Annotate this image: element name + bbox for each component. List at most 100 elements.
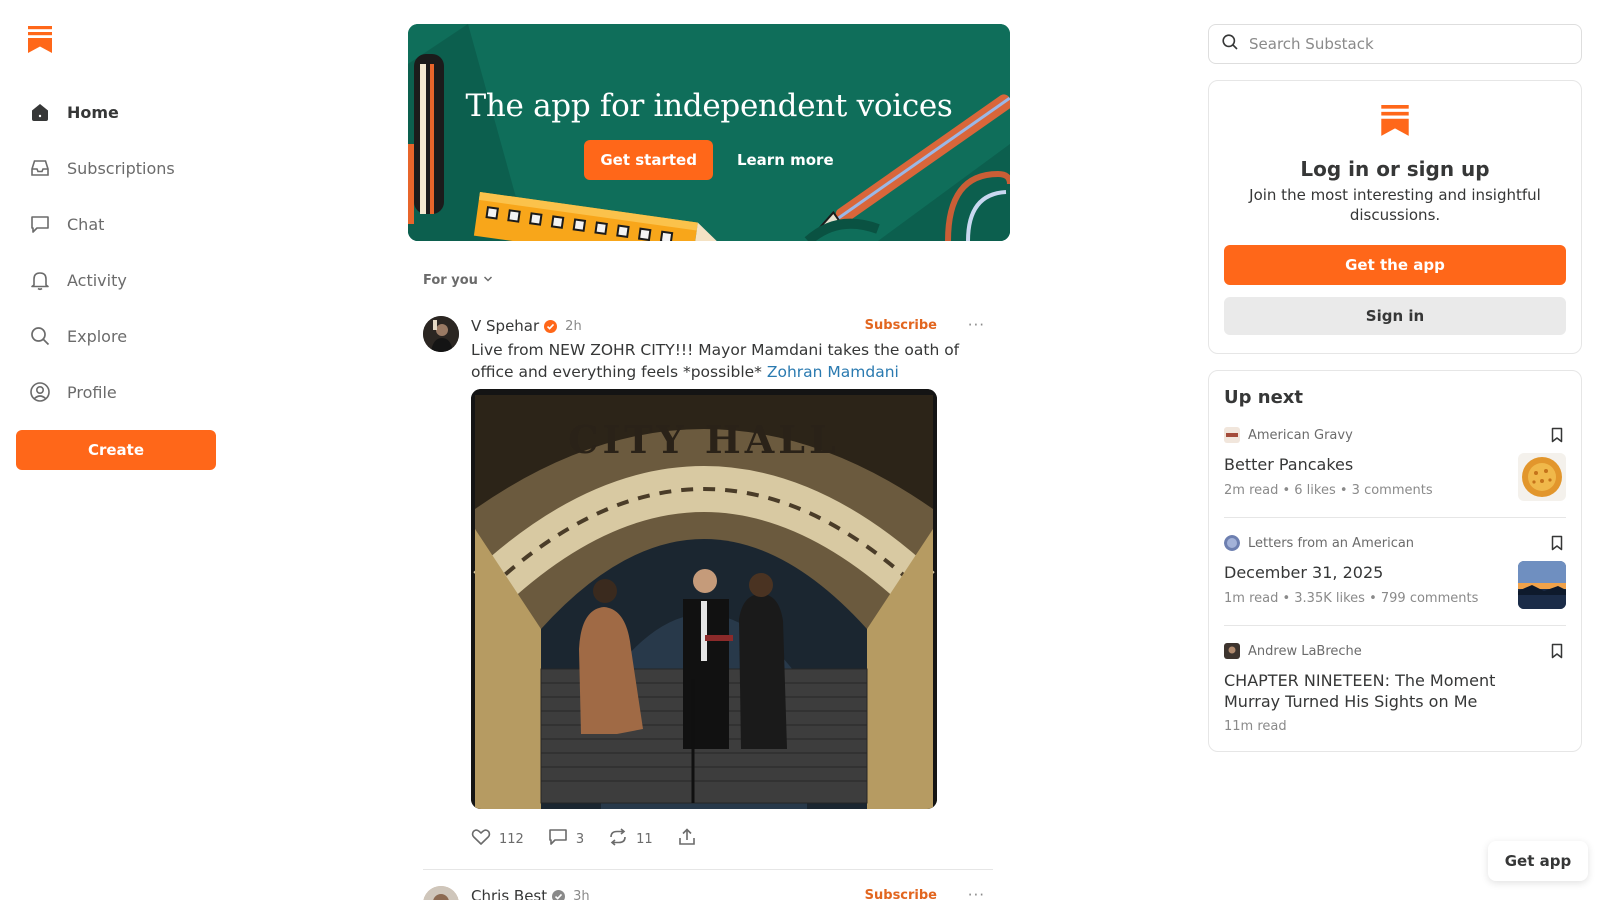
post-text: Live from NEW ZOHR CITY!!! Mayor Mamdani…	[471, 340, 991, 383]
post-author-name[interactable]: Chris Best	[471, 887, 547, 900]
up-next-card: Up next American Gravy Better Pancakes 2…	[1208, 370, 1582, 752]
login-title: Log in or sign up	[1300, 157, 1490, 181]
post-actions: 112 3 11	[471, 828, 697, 850]
login-card: Log in or sign up Join the most interest…	[1208, 80, 1582, 354]
banner-actions: Get started Learn more	[408, 140, 1010, 180]
create-button[interactable]: Create	[16, 430, 216, 470]
restack-count: 11	[636, 831, 653, 847]
publication-icon	[1224, 643, 1240, 659]
banner-illustration	[408, 24, 1010, 241]
more-options-icon[interactable]: ···	[968, 316, 985, 334]
list-item[interactable]: Letters from an American December 31, 20…	[1224, 535, 1566, 615]
chat-bubble-icon	[28, 212, 52, 236]
list-divider	[1224, 517, 1566, 518]
feed-post: V Spehar 2h Subscribe ··· Live from NEW …	[423, 316, 995, 856]
search-input[interactable]	[1249, 35, 1569, 53]
feed-filter-label: For you	[423, 273, 478, 288]
verified-badge-icon	[552, 889, 566, 900]
bookmark-icon[interactable]	[1550, 427, 1564, 447]
post-timestamp: 3h	[573, 888, 590, 900]
nav-item-profile[interactable]: Profile	[16, 364, 216, 420]
nav-label: Home	[67, 102, 119, 122]
inbox-icon	[28, 156, 52, 180]
restack-icon	[608, 828, 628, 850]
post-timestamp: 2h	[565, 318, 582, 334]
avatar[interactable]	[423, 316, 459, 352]
post-thumbnail	[1518, 453, 1566, 501]
publication-icon	[1224, 535, 1240, 551]
search-icon	[28, 324, 52, 348]
home-icon	[28, 100, 52, 124]
post-meta: 2m read • 6 likes • 3 comments	[1224, 483, 1433, 498]
nav-item-subscriptions[interactable]: Subscriptions	[16, 140, 216, 196]
bookmark-icon[interactable]	[1550, 535, 1564, 555]
search-bar	[1208, 24, 1582, 64]
bell-icon	[28, 268, 52, 292]
post-thumbnail	[1518, 561, 1566, 609]
comment-count: 3	[575, 831, 585, 847]
post-title: CHAPTER NINETEEN: The Moment Murray Turn…	[1224, 671, 1496, 711]
post-divider	[423, 869, 993, 870]
city-hall-sign-text: CITY HALL	[568, 417, 840, 462]
publication-name: Andrew LaBreche	[1248, 643, 1362, 659]
app-promo-banner: The app for independent voices Get start…	[408, 24, 1010, 241]
heart-icon	[471, 828, 491, 850]
post-header: Chris Best 3h	[471, 886, 590, 900]
more-options-icon[interactable]: ···	[968, 886, 985, 900]
post-header: V Spehar 2h	[471, 316, 582, 336]
feed-filter-dropdown[interactable]: For you	[423, 273, 493, 288]
publication-row: Letters from an American	[1224, 535, 1414, 551]
up-next-title: Up next	[1224, 387, 1304, 408]
post-title: Better Pancakes	[1224, 455, 1354, 474]
substack-logo-icon	[1381, 105, 1409, 141]
nav-label: Chat	[67, 214, 105, 234]
nav-item-home[interactable]: Home	[16, 84, 216, 140]
share-button[interactable]	[677, 828, 697, 850]
comment-button[interactable]: 3	[548, 828, 584, 850]
get-app-floating-button[interactable]: Get app	[1488, 841, 1588, 881]
post-meta: 11m read	[1224, 719, 1287, 734]
learn-more-link[interactable]: Learn more	[737, 151, 834, 169]
login-subtitle: Join the most interesting and insightful…	[1249, 186, 1541, 224]
mention-link[interactable]: Zohran Mamdani	[767, 363, 899, 381]
publication-icon	[1224, 427, 1240, 443]
chevron-down-icon	[483, 273, 493, 288]
post-meta: 1m read • 3.35K likes • 799 comments	[1224, 591, 1479, 606]
nav-label: Explore	[67, 326, 128, 346]
search-icon	[1221, 33, 1239, 55]
substack-logo[interactable]	[28, 26, 52, 54]
restack-button[interactable]: 11	[608, 828, 653, 850]
subscribe-button[interactable]: Subscribe	[865, 318, 937, 333]
publication-name: American Gravy	[1248, 427, 1353, 443]
avatar[interactable]	[423, 886, 459, 900]
list-item[interactable]: Andrew LaBreche CHAPTER NINETEEN: The Mo…	[1224, 643, 1566, 739]
post-image[interactable]: CITY HALL	[471, 389, 937, 809]
nav-item-explore[interactable]: Explore	[16, 308, 216, 364]
verified-badge-icon	[544, 319, 558, 333]
comment-icon	[548, 828, 568, 850]
user-circle-icon	[28, 380, 52, 404]
feed-post: Chris Best 3h Subscribe ···	[423, 886, 995, 900]
subscribe-button[interactable]: Subscribe	[865, 888, 937, 900]
get-the-app-button[interactable]: Get the app	[1224, 245, 1566, 285]
like-count: 112	[499, 831, 524, 847]
publication-row: American Gravy	[1224, 427, 1353, 443]
publication-name: Letters from an American	[1248, 535, 1415, 551]
bookmark-icon[interactable]	[1550, 643, 1564, 663]
post-title: December 31, 2025	[1224, 563, 1384, 582]
sign-in-button[interactable]: Sign in	[1224, 297, 1566, 335]
nav-label: Activity	[67, 270, 127, 290]
main-nav: Home Subscriptions Chat Activity Explore…	[16, 84, 216, 420]
nav-item-activity[interactable]: Activity	[16, 252, 216, 308]
list-item[interactable]: American Gravy Better Pancakes 2m read •…	[1224, 427, 1566, 507]
nav-label: Subscriptions	[67, 158, 175, 178]
share-icon	[677, 828, 697, 850]
like-button[interactable]: 112	[471, 828, 524, 850]
get-started-button[interactable]: Get started	[584, 140, 713, 180]
nav-item-chat[interactable]: Chat	[16, 196, 216, 252]
banner-title: The app for independent voices	[465, 88, 953, 124]
publication-row: Andrew LaBreche	[1224, 643, 1362, 659]
nav-label: Profile	[67, 382, 117, 402]
post-author-name[interactable]: V Spehar	[471, 317, 539, 335]
list-divider	[1224, 625, 1566, 626]
